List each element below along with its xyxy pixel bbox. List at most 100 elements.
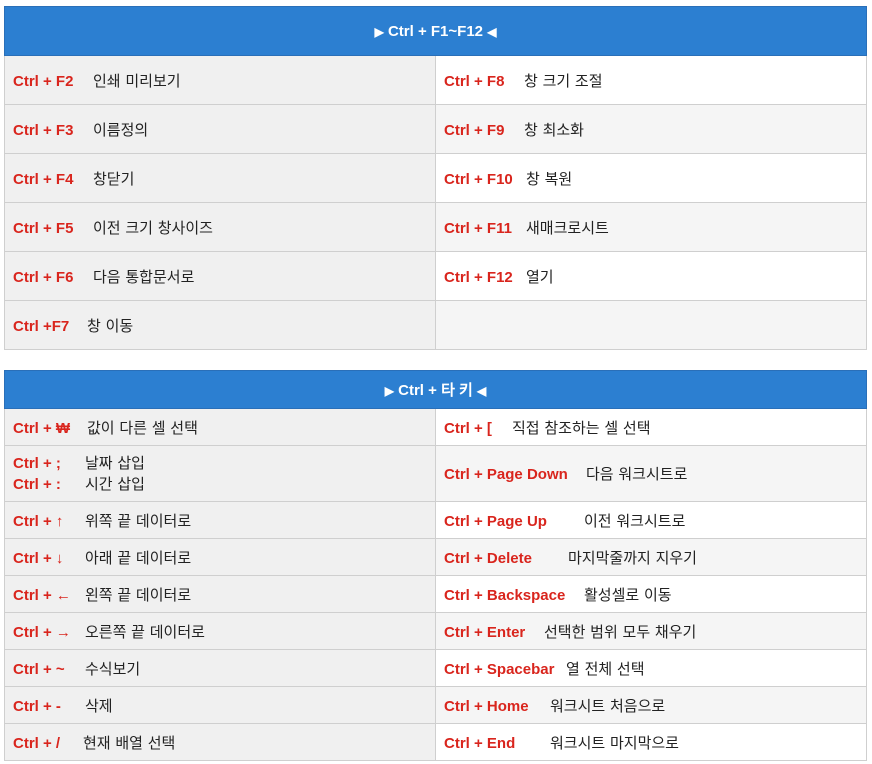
shortcut-cell: Ctrl + ₩ 값이 다른 셀 선택 <box>4 408 436 446</box>
table-row: Ctrl + F4 창닫기 Ctrl + F10 창 복원 <box>4 153 867 203</box>
table-row: Ctrl + ↑ 위쪽 끝 데이터로 Ctrl + Page Up 이전 워크시트로 <box>4 501 867 539</box>
shortcut-description: 창 복원 <box>526 169 573 188</box>
shortcut-description: 수식보기 <box>85 659 141 678</box>
shortcut-key: Ctrl + → <box>13 623 71 641</box>
shortcut-cell: Ctrl + F4 창닫기 <box>4 153 436 203</box>
shortcut-description: 활성셀로 이동 <box>584 585 672 604</box>
shortcut-description: 날짜 삽입 <box>85 453 145 472</box>
shortcut-key: Ctrl + F4 <box>13 170 74 188</box>
table-row: Ctrl + - 삭제 Ctrl + Home 워크시트 처음으로 <box>4 686 867 724</box>
shortcut-description: 현재 배열 선택 <box>83 733 176 752</box>
shortcut-key: Ctrl + Backspace <box>444 586 566 604</box>
shortcut-key: Ctrl + End <box>444 734 516 752</box>
shortcut-cell: Ctrl + F11 새매크로시트 <box>435 202 867 252</box>
shortcut-key: Ctrl + ← <box>13 586 71 604</box>
table-row: Ctrl + ; 날짜 삽입 Ctrl + : 시간 삽입 Ctrl + Page … <box>4 445 867 502</box>
table-row: Ctrl + F2 인쇄 미리보기 Ctrl + F8 창 크기 조절 <box>4 55 867 105</box>
shortcut-cell: Ctrl + F9 창 최소화 <box>435 104 867 154</box>
shortcut-description: 워크시트 마지막으로 <box>550 733 679 752</box>
shortcut-description: 창 최소화 <box>524 120 584 139</box>
table-row: Ctrl + → 오른쪽 끝 데이터로 Ctrl + Enter 선택한 범위 모두… <box>4 612 867 650</box>
table2-header: ▶ Ctrl + 타 키 ◀ <box>4 370 867 409</box>
shortcut-cell: Ctrl +F7 창 이동 <box>4 300 436 350</box>
shortcut-key: Ctrl + : <box>13 475 61 493</box>
shortcut-key: Ctrl + Enter <box>444 623 526 641</box>
shortcut-key: Ctrl + F5 <box>13 219 74 237</box>
shortcut-key: Ctrl + F6 <box>13 268 74 286</box>
shortcut-key: Ctrl + F9 <box>444 121 505 139</box>
shortcut-cell: Ctrl + ~ 수식보기 <box>4 649 436 687</box>
shortcut-cell: Ctrl + Home 워크시트 처음으로 <box>435 686 867 724</box>
shortcut-cell: Ctrl + F10 창 복원 <box>435 153 867 203</box>
shortcut-key: Ctrl + Home <box>444 697 529 715</box>
table-row: Ctrl + ↓ 아래 끝 데이터로 Ctrl + Delete 마지막줄까지 지우… <box>4 538 867 576</box>
shortcut-description: 열 전체 선택 <box>566 659 645 678</box>
shortcut-key: Ctrl + Page Down <box>444 466 568 483</box>
shortcut-description: 창닫기 <box>93 169 135 188</box>
shortcut-key: Ctrl + F10 <box>444 170 513 188</box>
shortcut-cell: Ctrl + F8 창 크기 조절 <box>435 55 867 105</box>
shortcut-key: Ctrl + ↑ <box>13 512 64 530</box>
shortcut-description: 삭제 <box>85 696 113 715</box>
shortcut-key: Ctrl + F11 <box>444 219 512 237</box>
shortcut-key: Ctrl + Spacebar <box>444 660 555 678</box>
shortcut-key: Ctrl + F12 <box>444 268 513 286</box>
table-row: Ctrl + ~ 수식보기 Ctrl + Spacebar 열 전체 선택 <box>4 649 867 687</box>
shortcut-description: 이전 크기 창사이즈 <box>93 218 213 237</box>
shortcut-key: Ctrl + ; <box>13 454 61 472</box>
play-right-icon: ▶ <box>374 24 384 39</box>
shortcut-cell: Ctrl + Spacebar 열 전체 선택 <box>435 649 867 687</box>
shortcut-description: 마지막줄까지 지우기 <box>568 548 697 567</box>
shortcut-description: 다음 워크시트로 <box>586 465 688 483</box>
shortcut-description: 오른쪽 끝 데이터로 <box>85 622 205 641</box>
table-row: Ctrl + ₩ 값이 다른 셀 선택 Ctrl + [직접 참조하는 셀 선택 <box>4 408 867 446</box>
shortcut-cell: Ctrl + [직접 참조하는 셀 선택 <box>435 408 867 446</box>
shortcut-key: Ctrl + [ <box>444 419 492 437</box>
shortcut-cell: Ctrl + Page Up 이전 워크시트로 <box>435 501 867 539</box>
shortcut-description: 왼쪽 끝 데이터로 <box>85 585 192 604</box>
shortcut-description: 아래 끝 데이터로 <box>85 548 192 567</box>
shortcut-cell: Ctrl + ; 날짜 삽입 Ctrl + : 시간 삽입 <box>4 445 436 502</box>
play-left-icon: ◀ <box>477 384 487 398</box>
ctrl-other-keys-table: ▶ Ctrl + 타 키 ◀ Ctrl + ₩ 값이 다른 셀 선택 Ctrl +… <box>4 370 867 761</box>
shortcut-key: Ctrl + - <box>13 697 61 715</box>
shortcut-cell: Ctrl + ↑ 위쪽 끝 데이터로 <box>4 501 436 539</box>
table1-title: Ctrl + F1~F12 <box>387 22 484 40</box>
table-row: Ctrl + ← 왼쪽 끝 데이터로 Ctrl + Backspace 활성셀로 이… <box>4 575 867 613</box>
shortcut-cell: Ctrl + Backspace 활성셀로 이동 <box>435 575 867 613</box>
shortcut-key: Ctrl + ↓ <box>13 549 64 567</box>
shortcut-description: 창 이동 <box>87 316 134 335</box>
shortcut-key: Ctrl + Delete <box>444 549 532 567</box>
shortcut-cell: Ctrl + F12 열기 <box>435 251 867 301</box>
shortcut-description: 새매크로시트 <box>526 218 609 237</box>
shortcut-description: 시간 삽입 <box>85 474 145 493</box>
shortcut-cell: Ctrl + Enter 선택한 범위 모두 채우기 <box>435 612 867 650</box>
play-right-icon: ▶ <box>384 384 394 398</box>
shortcut-cell: Ctrl + ← 왼쪽 끝 데이터로 <box>4 575 436 613</box>
table1-header: ▶ Ctrl + F1~F12 ◀ <box>4 6 867 56</box>
shortcut-cell: Ctrl + F2 인쇄 미리보기 <box>4 55 436 105</box>
shortcut-description: 인쇄 미리보기 <box>93 71 181 90</box>
shortcut-cell: Ctrl + F5 이전 크기 창사이즈 <box>4 202 436 252</box>
shortcut-cell: Ctrl + End 워크시트 마지막으로 <box>435 723 867 761</box>
table-row: Ctrl + F3 이름정의 Ctrl + F9 창 최소화 <box>4 104 867 154</box>
shortcut-cell: Ctrl + - 삭제 <box>4 686 436 724</box>
shortcut-cell: Ctrl + → 오른쪽 끝 데이터로 <box>4 612 436 650</box>
empty-cell <box>435 300 867 350</box>
shortcut-cell: Ctrl + ↓ 아래 끝 데이터로 <box>4 538 436 576</box>
table-row: Ctrl +F7 창 이동 <box>4 300 867 350</box>
table-row: Ctrl + F5 이전 크기 창사이즈 Ctrl + F11 새매크로시트 <box>4 202 867 252</box>
shortcut-cell: Ctrl + F3 이름정의 <box>4 104 436 154</box>
shortcut-cell: Ctrl + F6 다음 통합문서로 <box>4 251 436 301</box>
shortcut-description: 이름정의 <box>93 120 149 139</box>
ctrl-function-keys-table: ▶ Ctrl + F1~F12 ◀ Ctrl + F2 인쇄 미리보기 Ctrl … <box>4 6 867 350</box>
shortcut-description: 위쪽 끝 데이터로 <box>85 511 192 530</box>
shortcut-key: Ctrl + ~ <box>13 660 65 678</box>
shortcut-description: 열기 <box>526 267 554 286</box>
shortcut-description: 값이 다른 셀 선택 <box>87 418 198 437</box>
shortcut-description: 선택한 범위 모두 채우기 <box>544 622 697 641</box>
shortcut-key: Ctrl + F3 <box>13 121 74 139</box>
shortcut-key: Ctrl + F8 <box>444 72 505 90</box>
shortcut-description: 이전 워크시트로 <box>584 511 686 530</box>
table-row: Ctrl + F6 다음 통합문서로 Ctrl + F12 열기 <box>4 251 867 301</box>
